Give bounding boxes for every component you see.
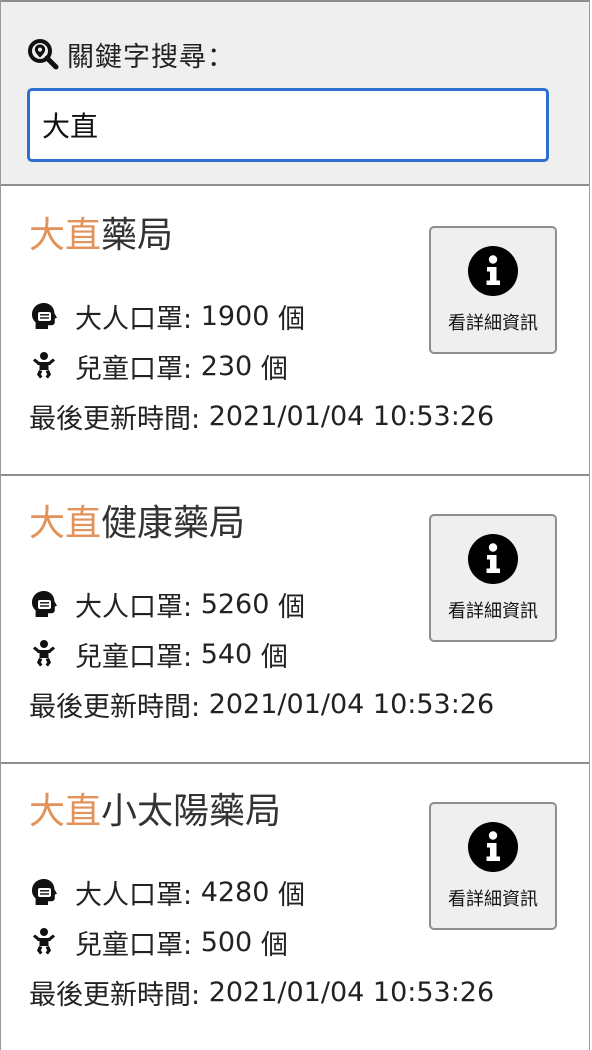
view-details-button[interactable]: 看詳細資訊 (429, 802, 557, 930)
view-details-button[interactable]: 看詳細資訊 (429, 514, 557, 642)
updated-time: 2021/01/04 10:53:26 (208, 400, 495, 432)
updated-label: 最後更新時間: (29, 403, 201, 435)
pharmacy-name-highlight: 大直 (29, 503, 102, 544)
child-mask-unit: 個 (260, 641, 288, 673)
pharmacy-name-highlight: 大直 (29, 215, 102, 256)
updated-row: 最後更新時間: 2021/01/04 10:53:26 (29, 686, 495, 723)
adult-mask-label: 大人口罩: (75, 591, 193, 623)
child-mask-count: 540 (200, 638, 253, 670)
adult-mask-unit: 個 (278, 303, 306, 335)
pharmacy-card: 大直小太陽藥局 大人口罩: 4280 個 兒童口罩: 500 個 最後更新時間:… (1, 764, 589, 1050)
view-details-label: 看詳細資訊 (448, 889, 538, 910)
child-mask-row: 兒童口罩: 230 個 (29, 348, 288, 385)
pharmacy-name-highlight: 大直 (29, 791, 102, 832)
view-details-button[interactable]: 看詳細資訊 (429, 226, 557, 354)
search-panel: 關鍵字搜尋： (1, 0, 589, 186)
updated-row: 最後更新時間: 2021/01/04 10:53:26 (29, 974, 495, 1011)
updated-row: 最後更新時間: 2021/01/04 10:53:26 (29, 398, 495, 435)
adult-mask-count: 4280 (200, 876, 270, 908)
adult-mask-row: 大人口罩: 4280 個 (29, 874, 306, 911)
pharmacy-card: 大直藥局 大人口罩: 1900 個 兒童口罩: 230 個 最後更新時間: 20… (1, 188, 589, 476)
adult-mask-row: 大人口罩: 5260 個 (29, 586, 306, 623)
adult-mask-label: 大人口罩: (75, 303, 193, 335)
adult-mask-row: 大人口罩: 1900 個 (29, 298, 306, 335)
child-mask-label: 兒童口罩: (75, 353, 193, 385)
updated-time: 2021/01/04 10:53:26 (208, 688, 495, 720)
adult-mask-icon (32, 879, 57, 905)
child-icon (33, 352, 55, 379)
updated-label: 最後更新時間: (29, 979, 201, 1011)
pharmacy-name: 大直健康藥局 (29, 500, 245, 548)
child-mask-unit: 個 (260, 353, 288, 385)
view-details-label: 看詳細資訊 (448, 313, 538, 334)
adult-mask-count: 1900 (200, 300, 270, 332)
adult-mask-count: 5260 (200, 588, 270, 620)
info-icon (468, 246, 518, 296)
adult-mask-unit: 個 (278, 591, 306, 623)
pharmacy-name-rest: 健康藥局 (101, 503, 246, 544)
pharmacy-card: 大直健康藥局 大人口罩: 5260 個 兒童口罩: 540 個 最後更新時間: … (1, 476, 589, 764)
child-mask-label: 兒童口罩: (75, 929, 193, 961)
updated-label: 最後更新時間: (29, 691, 201, 723)
view-details-label: 看詳細資訊 (448, 601, 538, 622)
child-mask-count: 230 (200, 350, 253, 382)
app-frame: 關鍵字搜尋： 大直藥局 大人口罩: 1900 個 兒童口罩: 230 個 (0, 0, 590, 1050)
adult-mask-icon (32, 303, 57, 329)
child-icon (33, 928, 55, 955)
child-mask-row: 兒童口罩: 500 個 (29, 924, 288, 961)
pharmacy-name: 大直藥局 (29, 212, 173, 260)
pharmacy-name: 大直小太陽藥局 (29, 788, 281, 836)
search-input[interactable] (27, 88, 549, 162)
info-icon (468, 534, 518, 584)
adult-mask-icon (32, 591, 57, 617)
adult-mask-unit: 個 (278, 879, 306, 911)
search-label-row: 關鍵字搜尋： (27, 36, 235, 73)
child-icon (33, 640, 55, 667)
search-location-icon (28, 39, 59, 70)
child-mask-unit: 個 (260, 929, 288, 961)
search-label: 關鍵字搜尋： (67, 41, 235, 73)
child-mask-row: 兒童口罩: 540 個 (29, 636, 288, 673)
child-mask-count: 500 (200, 926, 253, 958)
child-mask-label: 兒童口罩: (75, 641, 193, 673)
adult-mask-label: 大人口罩: (75, 879, 193, 911)
info-icon (468, 822, 518, 872)
updated-time: 2021/01/04 10:53:26 (208, 976, 495, 1008)
pharmacy-name-rest: 小太陽藥局 (101, 791, 282, 832)
pharmacy-name-rest: 藥局 (101, 215, 174, 256)
